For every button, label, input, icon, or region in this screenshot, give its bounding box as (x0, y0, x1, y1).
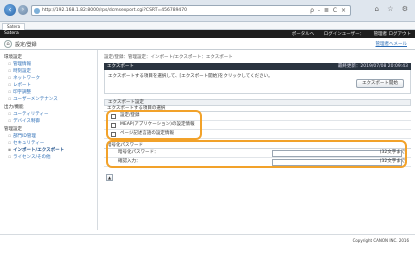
export-settings-header: エクスポート設定 (104, 99, 411, 106)
home-icon[interactable]: ⌂ (4, 40, 12, 48)
logout-link[interactable]: 管理者 ログアウト (374, 32, 411, 37)
address-controls[interactable]: ρ - ≣ C × (310, 7, 347, 14)
items-highlight-frame (106, 110, 202, 140)
globe-icon (34, 8, 40, 14)
copyright: Copyright CANON INC. 2016 (352, 238, 409, 243)
sidebar-item-license[interactable]: ▫ ライセンス/その他 (8, 154, 51, 160)
sidebar-item-report[interactable]: ▫ レポート (8, 82, 31, 88)
tab-satera[interactable]: Satera (2, 23, 26, 30)
browser-toolbar: ‹ › http://192.168.1.82:8000/rps/dcmsexp… (0, 0, 415, 22)
sidebar-item-management-info[interactable]: ▫ 管理情報 (8, 61, 31, 67)
sidebar-header-management: 管理設定 (4, 127, 22, 132)
password-highlight-frame (106, 140, 407, 168)
start-export-button[interactable]: エクスポート開始 (356, 79, 404, 88)
export-panel-body: エクスポートする項目を選択して、[エクスポート開始]をクリックしてください。 エ… (104, 70, 411, 94)
sidebar-item-import-export[interactable]: ▪ インポート/エクスポート (8, 147, 64, 153)
sidebar: 環境設定 ▫ 管理情報 ▫ 時刻設定 ▫ ネットワーク ▫ レポート ▫ 印字調整 ▫ ユー… (0, 50, 98, 230)
last-updated-time: 最終更新：2019/07/08 20:09:43 (337, 64, 408, 69)
export-description: エクスポートする項目を選択して、[エクスポート開始]をクリックしてください。 (108, 74, 273, 79)
sidebar-item-dept-id[interactable]: ▫ 部門ID管理 (8, 133, 36, 139)
page-title: 設定/登録 (15, 42, 37, 48)
header-links: ポータルへ ログインユーザー： 管理者 ログアウト (284, 31, 411, 37)
footer: Copyright CANON INC. 2016 (0, 234, 415, 243)
sidebar-item-user-maintenance[interactable]: ▫ ユーザーメンテナンス (8, 96, 58, 102)
forward-arrow-icon[interactable]: › (18, 5, 28, 15)
sidebar-header-output: 出力/機能 (4, 105, 24, 110)
sidebar-header-preferences: 環境設定 (4, 55, 22, 60)
browser-window-icons[interactable]: ⌂ ☆ ⚙ (375, 5, 411, 13)
login-user-label: ログインユーザー： (323, 32, 365, 37)
mail-admin-link[interactable]: 管理者へメール (376, 41, 408, 47)
address-bar[interactable]: http://192.168.1.82:8000/rps/dcmsexport.… (31, 5, 351, 16)
brand-label: Satera (4, 31, 19, 36)
title-row: ⌂ 設定/登録 管理者へメール (0, 38, 415, 50)
address-url: http://192.168.1.82:8000/rps/dcmsexport.… (42, 8, 188, 13)
sidebar-item-time-settings[interactable]: ▫ 時刻設定 (8, 68, 31, 74)
breadcrumb: 設定/登録：管理設定：インポート/エクスポート：エクスポート (104, 55, 233, 60)
sidebar-item-security[interactable]: ▫ セキュリティー (8, 140, 44, 146)
tab-strip: Satera (0, 22, 415, 30)
sidebar-item-print-adjust[interactable]: ▫ 印字調整 (8, 89, 31, 95)
sidebar-item-network[interactable]: ▫ ネットワーク (8, 75, 40, 81)
portal-link[interactable]: ポータルへ (292, 32, 315, 37)
app-header: Satera ポータルへ ログインユーザー： 管理者 ログアウト (0, 30, 415, 38)
sidebar-item-device-control[interactable]: ▫ デバイス制御 (8, 118, 40, 124)
export-panel-header: エクスポート 最終更新：2019/07/08 20:09:43 (104, 63, 411, 70)
back-arrow-icon[interactable]: ‹ (4, 4, 16, 16)
scroll-top-icon[interactable]: ▲ (106, 174, 113, 181)
export-panel-title: エクスポート (107, 64, 134, 69)
sidebar-item-utility[interactable]: ▫ ユーティリティー (8, 111, 49, 117)
